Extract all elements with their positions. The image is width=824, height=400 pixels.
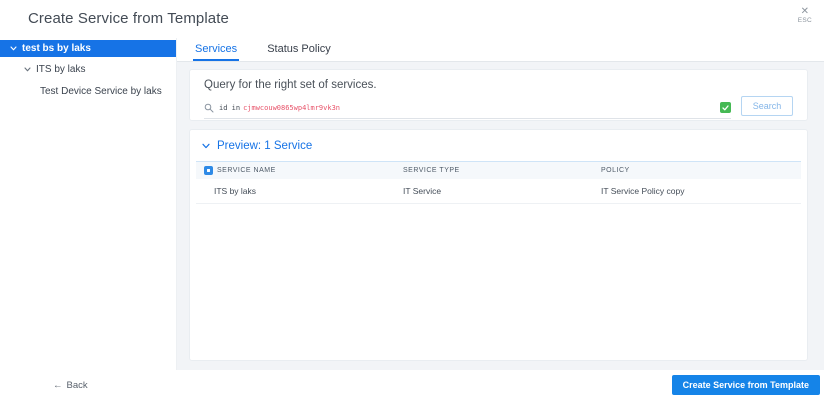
chevron-down-icon[interactable] [10,46,17,51]
query-valid-checkbox[interactable] [720,102,731,113]
key-column-icon [204,166,213,175]
query-prompt: Query for the right set of services. [204,79,793,91]
content-scroll: Query for the right set of services. id … [177,62,824,370]
query-field-prefix: id in [219,104,240,112]
preview-title: Preview: 1 Service [217,140,312,152]
query-field-value: cjmwcouw0865wp4lmr9vk3n [243,104,340,112]
chevron-down-icon [202,143,210,149]
back-label: Back [67,380,88,391]
table-row[interactable]: ITS by laks IT Service IT Service Policy… [196,179,801,204]
preview-header[interactable]: Preview: 1 Service [196,138,801,161]
tree-item-device-service[interactable]: Test Device Service by laks [0,80,176,103]
close-icon: ✕ [801,7,809,17]
query-input[interactable]: id in cjmwcouw0865wp4lmr9vk3n [204,102,731,119]
content-area: Services Status Policy Query for the rig… [177,38,824,370]
cell-service-name: ITS by laks [204,186,403,196]
table-header-row: SERVICE NAME SERVICE TYPE POLICY [196,162,801,179]
tab-bar: Services Status Policy [177,38,824,62]
back-button[interactable]: ← Back [53,380,88,391]
create-service-from-template-button[interactable]: Create Service from Template [672,375,820,395]
cell-policy: IT Service Policy copy [601,186,801,196]
tree-item-business-service[interactable]: test bs by laks [0,40,176,57]
tab-label: Services [195,43,237,55]
search-button[interactable]: Search [741,96,793,116]
column-header-service-type[interactable]: SERVICE TYPE [403,167,601,174]
tree-item-it-service[interactable]: ITS by laks [0,59,176,80]
column-header-label: SERVICE NAME [217,167,276,174]
column-header-policy[interactable]: POLICY [601,167,801,174]
query-row: id in cjmwcouw0865wp4lmr9vk3n Search [204,96,793,119]
close-button[interactable]: ✕ ESC [798,7,812,25]
back-arrow-icon: ← [53,380,63,391]
footer-bar: ← Back Create Service from Template [0,370,824,400]
page-header: Create Service from Template ✕ ESC [0,0,824,38]
tab-label: Status Policy [267,43,331,55]
esc-label: ESC [798,18,812,25]
tab-services[interactable]: Services [193,38,239,61]
page-title: Create Service from Template [28,10,229,27]
main-area: test bs by laks ITS by laks Test Device … [0,38,824,370]
tab-status-policy[interactable]: Status Policy [265,38,333,61]
tree-item-label: ITS by laks [36,64,85,75]
tree-item-label: Test Device Service by laks [40,86,162,97]
tree-item-label: test bs by laks [22,43,91,54]
preview-card: Preview: 1 Service SERVICE NAME SERVICE … [189,129,808,361]
query-card: Query for the right set of services. id … [189,69,808,121]
chevron-down-icon[interactable] [24,67,31,72]
column-header-service-name[interactable]: SERVICE NAME [204,166,403,175]
cell-service-type: IT Service [403,186,601,196]
service-tree-sidebar: test bs by laks ITS by laks Test Device … [0,38,177,370]
search-icon [204,103,214,113]
